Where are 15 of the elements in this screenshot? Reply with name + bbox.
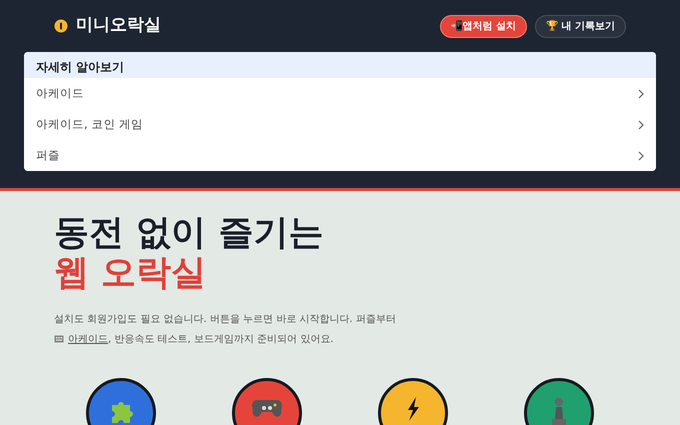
chess-pawn-icon [551,396,567,425]
chevron-icon [638,120,644,130]
lightning-bolt-icon [405,396,421,420]
coin-icon [54,19,68,33]
headline: 동전 없이 즐기는 [54,213,324,254]
records-button[interactable]: 🏆 내 기록보기 [535,14,626,38]
logo-text[interactable]: 미니오락실 [76,13,161,39]
chevron-icon [638,88,644,98]
install-button[interactable]: 📲앱처럼 설치 [440,14,528,38]
chevron-icon [638,150,644,160]
description: 설치도 회원가입도 필요 없습니다. 버튼을 누르면 바로 시작합니다. 퍼즐부터 아케이드, 반응속도 테스트, 보드게임까지 준비되어 있어요. [54,312,397,346]
headline-highlight: 웹 오락실 [54,253,208,294]
section-title: 자세히 알아보기 [24,52,656,78]
arcade-link[interactable]: 아케이드 [68,334,108,344]
keyboard-icon [54,334,64,343]
